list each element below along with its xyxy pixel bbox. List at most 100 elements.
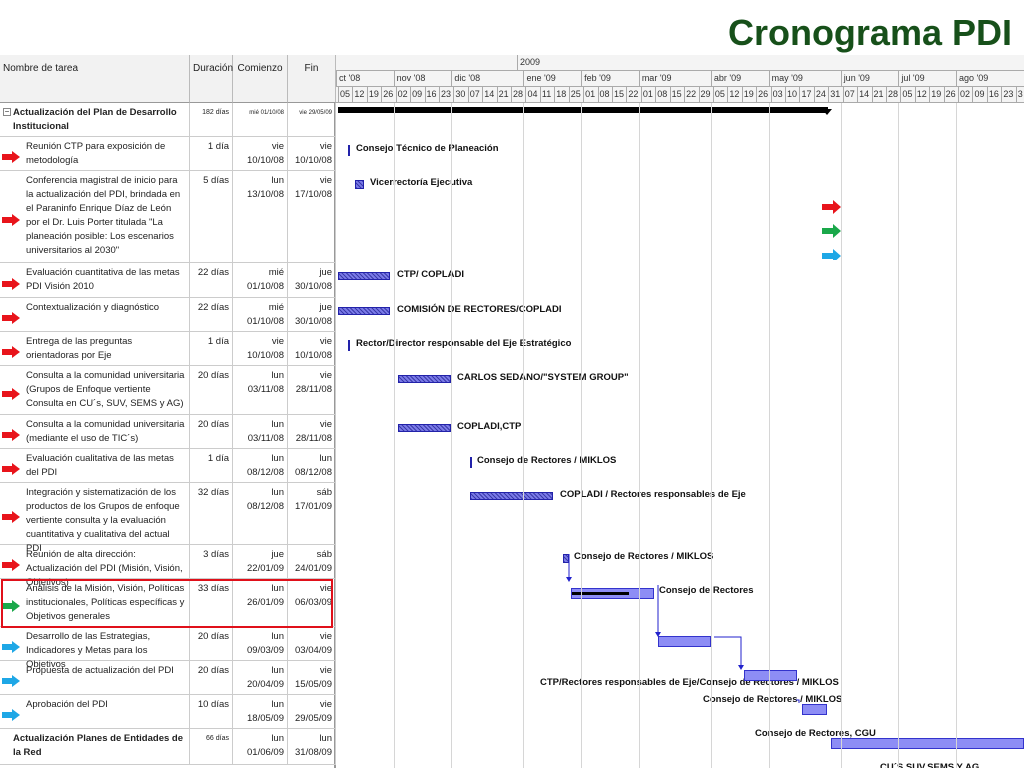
- task-start: lun 03/11/08: [233, 366, 288, 414]
- red-arrow-icon: [2, 511, 20, 523]
- blue-arrow-icon: [2, 641, 20, 653]
- task-table: Nombre de tarea Duración Comienzo Fin − A…: [0, 55, 336, 768]
- task-name: Evaluación cualitativa de las metas del …: [0, 449, 190, 482]
- red-arrow-icon: [2, 312, 20, 324]
- task-name: Entrega de las preguntas orientadoras po…: [0, 332, 190, 365]
- task-end: vie 10/10/08: [288, 137, 336, 170]
- table-row[interactable]: Reunión CTP para exposición de metodolog…: [0, 137, 336, 171]
- task-name: Reunión CTP para exposición de metodolog…: [0, 137, 190, 170]
- task-duration: 32 días: [190, 483, 233, 544]
- task-start: lun 13/10/08: [233, 171, 288, 262]
- task-end: vie 17/10/08: [288, 171, 336, 262]
- blue-arrow-icon: [2, 675, 20, 687]
- task-start: lun 08/12/08: [233, 483, 288, 544]
- task-duration: 22 días: [190, 263, 233, 297]
- column-header-duration[interactable]: Duración: [190, 55, 233, 103]
- task-start: mié 01/10/08: [233, 103, 288, 136]
- red-arrow-icon: [2, 559, 20, 571]
- table-row[interactable]: Actualización Planes de Entidades de la …: [0, 729, 336, 765]
- task-name: Actualización Planes de Entidades de la …: [0, 729, 190, 764]
- task-end: jue 30/10/08: [288, 263, 336, 297]
- task-end: lun 08/12/08: [288, 449, 336, 482]
- table-row[interactable]: Propuesta de actualización del PDI 20 dí…: [0, 661, 336, 695]
- task-start: jue 22/01/09: [233, 545, 288, 578]
- dependency-link: [796, 699, 800, 703]
- task-duration: 20 días: [190, 627, 233, 660]
- task-end: sáb 17/01/09: [288, 483, 336, 544]
- column-header-name[interactable]: Nombre de tarea: [0, 55, 190, 103]
- task-end: vie 10/10/08: [288, 332, 336, 365]
- task-duration: 10 días: [190, 695, 233, 728]
- task-start: lun 20/04/09: [233, 661, 288, 694]
- task-start: lun 18/05/09: [233, 695, 288, 728]
- blue-arrow-icon: [822, 249, 841, 260]
- table-row[interactable]: Aprobación del PDI 10 días lun 18/05/09 …: [0, 695, 336, 729]
- task-name: Contextualización y diagnóstico: [0, 298, 190, 331]
- task-duration: 3 días: [190, 545, 233, 578]
- task-duration: 1 día: [190, 332, 233, 365]
- table-row[interactable]: Evaluación cualitativa de las metas del …: [0, 449, 336, 483]
- column-header-end[interactable]: Fin: [288, 55, 336, 103]
- table-row[interactable]: Desarrollo de las Estrategias, Indicador…: [0, 627, 336, 670]
- table-row[interactable]: Integración y sistematización de los pro…: [0, 483, 336, 554]
- task-start: mié 01/10/08: [233, 298, 288, 331]
- task-end: lun 31/08/09: [288, 729, 336, 764]
- red-arrow-icon: [2, 429, 20, 441]
- collapse-icon[interactable]: −: [3, 108, 11, 116]
- task-name: − Actualización del Plan de Desarrollo In…: [0, 103, 190, 136]
- task-name: Consulta a la comunidad universitaria (m…: [0, 415, 190, 448]
- table-row[interactable]: − Actualización del Plan de Desarrollo In…: [0, 103, 336, 137]
- task-name: Reunión de alta dirección: Actualización…: [0, 545, 190, 588]
- highlighted-row-frame: [1, 579, 333, 628]
- red-arrow-icon: [2, 277, 20, 290]
- task-name: Evaluación cuantitativa de las metas PDI…: [0, 263, 190, 297]
- task-end: jue 30/10/08: [288, 298, 336, 331]
- table-row[interactable]: Reunión de alta dirección: Actualización…: [0, 545, 336, 588]
- task-end: vie 28/11/08: [288, 415, 336, 448]
- task-start: lun 01/06/09: [233, 729, 288, 764]
- blue-arrow-icon: [2, 709, 20, 721]
- red-arrow-icon: [2, 387, 20, 400]
- task-name: Desarrollo de las Estrategias, Indicador…: [0, 627, 190, 670]
- table-row[interactable]: Consulta a la comunidad universitaria (G…: [0, 366, 336, 415]
- task-start: lun 03/11/08: [233, 415, 288, 448]
- task-start: vie 10/10/08: [233, 332, 288, 365]
- table-row[interactable]: Evaluación cuantitativa de las metas PDI…: [0, 263, 336, 298]
- task-name: Consulta a la comunidad universitaria (G…: [0, 366, 190, 414]
- column-header-start[interactable]: Comienzo: [233, 55, 288, 103]
- red-arrow-icon: [2, 151, 20, 163]
- table-row[interactable]: Entrega de las preguntas orientadoras po…: [0, 332, 336, 366]
- task-name: Integración y sistematización de los pro…: [0, 483, 190, 554]
- table-row[interactable]: Conferencia magistral de inicio para la …: [0, 171, 336, 263]
- red-arrow-icon: [822, 200, 841, 214]
- task-end: vie 15/05/09: [288, 661, 336, 694]
- task-start: mié 01/10/08: [233, 263, 288, 297]
- task-end: vie 29/05/09: [288, 695, 336, 728]
- task-duration: 20 días: [190, 661, 233, 694]
- task-duration: 5 días: [190, 171, 233, 262]
- task-duration: 20 días: [190, 415, 233, 448]
- task-duration: 1 día: [190, 137, 233, 170]
- table-row[interactable]: Contextualización y diagnóstico 22 días …: [0, 298, 336, 332]
- task-end: vie 29/05/09: [288, 103, 336, 136]
- table-row[interactable]: Consulta a la comunidad universitaria (m…: [0, 415, 336, 449]
- red-arrow-icon: [2, 463, 20, 475]
- green-arrow-icon: [822, 224, 841, 238]
- task-duration: 20 días: [190, 366, 233, 414]
- gantt-chart: 2009 ct '08 nov '08 dic '08 ene '09 feb '09 m…: [336, 55, 1024, 768]
- task-end: sáb 24/01/09: [288, 545, 336, 578]
- task-name: Conferencia magistral de inicio para la …: [0, 171, 190, 262]
- task-start: lun 09/03/09: [233, 627, 288, 660]
- task-start: vie 10/10/08: [233, 137, 288, 170]
- task-start: lun 08/12/08: [233, 449, 288, 482]
- task-end: vie 28/11/08: [288, 366, 336, 414]
- task-duration: 1 día: [190, 449, 233, 482]
- dependency-link: [714, 636, 742, 668]
- page-title: Cronograma PDI: [727, 12, 1012, 53]
- task-duration: 66 días: [190, 729, 233, 764]
- task-end: vie 03/04/09: [288, 627, 336, 660]
- red-arrow-icon: [2, 346, 20, 358]
- task-name: Aprobación del PDI: [0, 695, 190, 728]
- task-duration: 182 días: [190, 103, 233, 136]
- dependency-links: [566, 554, 800, 703]
